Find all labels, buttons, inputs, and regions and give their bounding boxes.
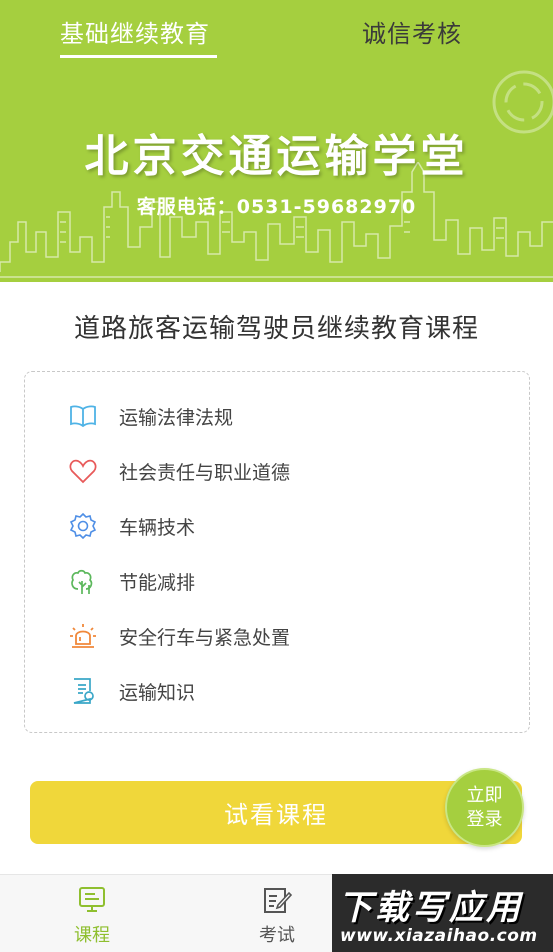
course-title: 道路旅客运输驾驶员继续教育课程 <box>73 314 479 344</box>
watermark-title: 下载写应用 <box>338 888 523 928</box>
nav-item-exam[interactable]: 考试 <box>237 883 317 947</box>
tab-basic-education-label: 基础继续教育 <box>60 20 210 48</box>
course-module-list: 运输法律法规 社会责任与职业道德 车辆技术 节能减排 安全行车与紧急处置 运输知… <box>24 371 530 733</box>
list-item-social-responsibility[interactable]: 社会责任与职业道德 <box>69 456 290 486</box>
exam-edit-icon <box>237 883 317 917</box>
list-item-label: 社会责任与职业道德 <box>119 461 291 484</box>
login-line-2: 登录 <box>466 808 503 830</box>
book-icon <box>69 402 97 430</box>
download-site-watermark: 下载写应用 www.xiazaihao.com <box>332 874 553 952</box>
list-item-label: 运输知识 <box>119 681 196 704</box>
alarm-light-icon <box>69 622 97 650</box>
list-item-label: 节能减排 <box>119 571 196 594</box>
service-hotline[interactable]: 客服电话：0531-59682970 <box>0 192 553 219</box>
list-item-label: 车辆技术 <box>119 516 196 539</box>
tree-icon <box>69 567 97 595</box>
nav-item-course[interactable]: 课程 <box>52 883 132 947</box>
monitor-icon <box>52 883 132 917</box>
brand-title: 北京交通运输学堂 <box>84 131 469 182</box>
list-item-transport-knowledge[interactable]: 运输知识 <box>69 676 195 706</box>
list-item-vehicle-tech[interactable]: 车辆技术 <box>69 511 195 541</box>
document-icon <box>69 677 97 705</box>
tab-integrity-assessment-label: 诚信考核 <box>362 20 462 48</box>
gear-icon <box>69 512 97 540</box>
list-item-label: 运输法律法规 <box>119 406 234 429</box>
watermark-url: www.xiazaihao.com <box>340 926 538 946</box>
nav-course-label: 课程 <box>74 925 110 946</box>
list-item-safe-driving[interactable]: 安全行车与紧急处置 <box>69 621 290 651</box>
list-item-transport-law[interactable]: 运输法律法规 <box>69 401 233 431</box>
tab-basic-education[interactable]: 基础继续教育 <box>60 14 217 58</box>
heart-icon <box>69 457 97 485</box>
nav-exam-label: 考试 <box>259 925 295 946</box>
tab-integrity-assessment[interactable]: 诚信考核 <box>362 14 462 49</box>
header-banner: 基础继续教育 诚信考核 北京交通运输学堂 客服电话：0531-59682970 <box>0 0 553 282</box>
list-item-energy-saving[interactable]: 节能减排 <box>69 566 195 596</box>
active-tab-indicator <box>60 55 217 58</box>
login-now-button[interactable]: 立即 登录 <box>445 768 524 847</box>
list-item-label: 安全行车与紧急处置 <box>119 626 291 649</box>
login-line-1: 立即 <box>466 784 503 806</box>
